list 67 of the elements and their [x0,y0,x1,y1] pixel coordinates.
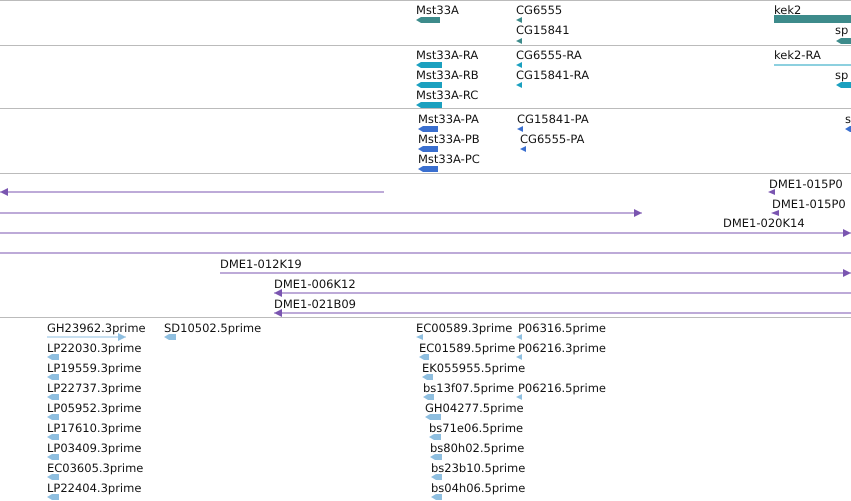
feature-label[interactable]: GH23962.3prime [47,321,146,335]
feature-glyph[interactable] [418,145,438,153]
feature-label[interactable]: DME1-020K14 [723,216,805,230]
feature-label[interactable]: bs04h06.5prime [431,481,526,495]
feature-glyph[interactable] [274,309,851,317]
feature-label[interactable]: Mst33A-PB [418,132,480,146]
feature-label[interactable]: bs13f07.5prime [423,381,514,395]
feature-glyph[interactable] [274,289,851,297]
feature-label[interactable]: bs23b10.5prime [431,461,526,475]
feature-glyph[interactable] [771,209,779,217]
feature-label[interactable]: CG6555-PA [520,132,584,146]
feature-label[interactable]: CG15841-PA [517,112,589,126]
feature-label[interactable]: DME1-006K12 [274,277,356,291]
feature-glyph[interactable] [516,37,522,45]
feature-label[interactable]: kek2-RA [774,48,821,62]
feature-label[interactable]: sp [835,68,848,82]
feature-label[interactable]: DME1-021B09 [274,297,356,311]
feature-label[interactable]: LP19559.3prime [47,361,142,375]
feature-label[interactable]: P06216.3prime [518,341,606,355]
feature-glyph[interactable] [517,125,523,133]
feature-glyph[interactable] [516,81,522,89]
feature-label[interactable]: EC01589.5prime [419,341,516,355]
feature-label[interactable]: bs71e06.5prime [429,421,524,435]
feature-glyph[interactable] [516,16,522,24]
feature-glyph[interactable] [418,125,438,133]
feature-label[interactable]: Mst33A-RA [416,48,478,62]
feature-glyph[interactable] [0,229,851,237]
feature-glyph[interactable] [220,269,851,277]
feature-label[interactable]: CG15841-RA [516,68,590,82]
feature-label[interactable]: CG6555-RA [516,48,582,62]
feature-label[interactable]: Mst33A-PC [418,152,480,166]
feature-label[interactable]: P06216.5prime [518,381,606,395]
feature-glyph[interactable] [516,61,522,69]
feature-label[interactable]: EK055955.5prime [422,361,526,375]
feature-label[interactable]: Mst33A [416,3,459,17]
feature-glyph[interactable] [416,81,442,89]
feature-glyph[interactable] [418,165,438,173]
feature-label[interactable]: s [845,112,851,126]
feature-label[interactable]: GH04277.5prime [425,401,524,415]
feature-label[interactable]: LP05952.3prime [47,401,142,415]
feature-label[interactable]: EC00589.3prime [416,321,512,335]
feature-label[interactable]: bs80h02.5prime [430,441,524,455]
feature-label[interactable]: CG6555 [516,3,562,17]
feature-label[interactable]: Mst33A-RC [416,88,478,102]
feature-label[interactable]: LP03409.3prime [47,441,142,455]
feature-glyph[interactable] [416,16,440,24]
feature-label[interactable]: SD10502.5prime [164,321,262,335]
feature-label[interactable]: LP22030.3prime [47,341,142,355]
feature-label[interactable]: LP17610.3prime [47,421,142,435]
feature-glyph[interactable] [416,61,442,69]
feature-label[interactable]: Mst33A-RB [416,68,479,82]
feature-glyph[interactable] [520,145,526,153]
feature-glyph[interactable] [0,209,642,217]
feature-label[interactable]: sp [835,23,848,37]
feature-label[interactable]: Mst33A-PA [418,112,479,126]
feature-label[interactable]: DME1-015P0 [772,197,846,211]
feature-label[interactable]: EC03605.3prime [47,461,144,475]
feature-label[interactable]: CG15841 [516,23,570,37]
feature-label[interactable]: DME1-012K19 [220,257,302,271]
feature-label[interactable]: LP22737.3prime [47,381,142,395]
feature-glyph[interactable] [416,101,442,108]
feature-label[interactable]: LP22404.3prime [47,481,142,495]
feature-label[interactable]: kek2 [774,3,802,17]
feature-glyph[interactable] [768,188,775,196]
feature-label[interactable]: DME1-015P0 [769,177,843,191]
feature-label[interactable]: P06316.5prime [518,321,606,335]
feature-glyph[interactable] [0,188,384,196]
